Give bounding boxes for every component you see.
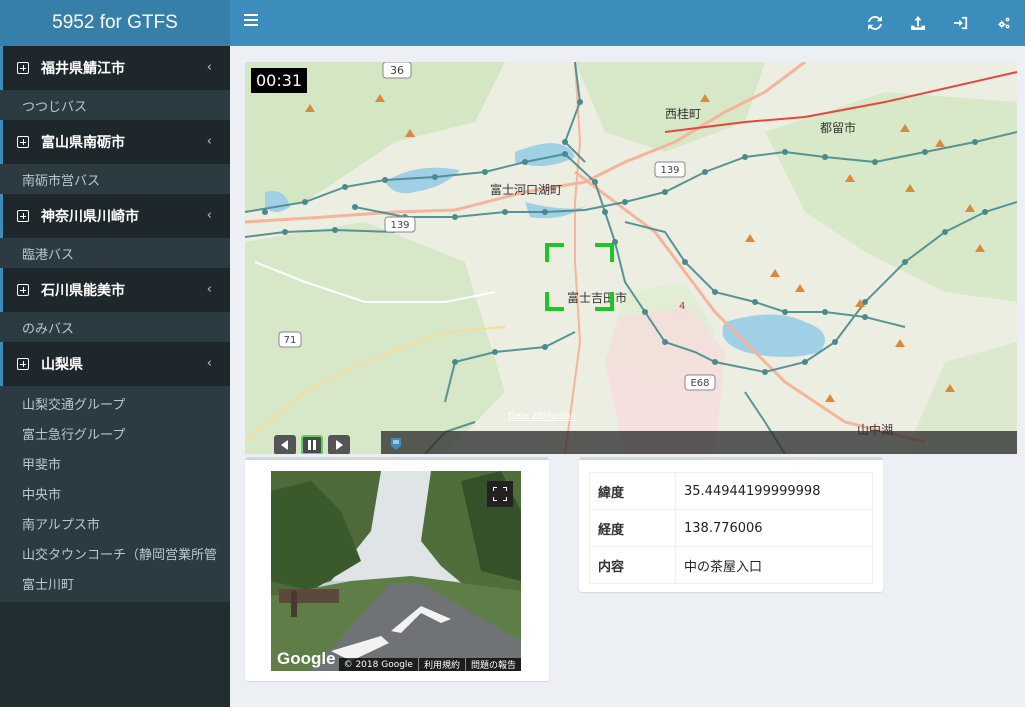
route-number-text: 4	[679, 301, 685, 312]
sidebar-item[interactable]: 甲斐市	[0, 448, 230, 478]
expand-plus-icon	[17, 210, 29, 222]
app-brand[interactable]: 5952 for GTFS	[0, 0, 230, 46]
place-label: 都留市	[820, 120, 856, 135]
playback-timer: 00:31	[251, 68, 308, 93]
sidebar-item[interactable]: 富士急行グループ	[0, 418, 230, 448]
sidebar: 福井県鯖江市 ‹ つつじバス 富山県南砺市 ‹ 南砺市営バス 神奈川県川崎市 ‹…	[0, 46, 230, 707]
sidebar-group-label: 福井県鯖江市	[41, 61, 125, 77]
sidebar-item[interactable]: 山梨交通グループ	[0, 388, 230, 418]
sidebar-group-label: 石川県能美市	[41, 283, 125, 299]
pause-button[interactable]	[301, 435, 323, 454]
sidebar-group-fukui[interactable]: 福井県鯖江市 ‹	[0, 46, 230, 90]
fullscreen-icon	[493, 487, 507, 501]
route-number-text: 71	[284, 335, 297, 346]
expand-plus-icon	[17, 358, 29, 370]
timeline-slider[interactable]	[381, 431, 1017, 454]
table-row: 内容 中の茶屋入口	[589, 546, 873, 584]
map-canvas[interactable]: 36 139 139 71 E68 4 西桂町 都留市 富士河口湖町 富士吉田市…	[245, 62, 1017, 454]
copyright-text: © 2018 Google	[343, 659, 413, 670]
place-label: 富士吉田市	[567, 290, 627, 305]
submenu-yamanashi: 山梨交通グループ 富士急行グループ 甲斐市 中央市 南アルプス市 山交タウンコー…	[0, 386, 230, 602]
sidebar-item[interactable]: つつじバス	[0, 90, 230, 120]
content-value: 中の茶屋入口	[675, 546, 873, 584]
table-row: 緯度 35.44944199999998	[589, 472, 873, 510]
navbar-icons	[853, 0, 1025, 46]
expand-plus-icon	[17, 284, 29, 296]
pause-icon	[308, 440, 316, 450]
route-number-text: 139	[390, 220, 409, 231]
submenu-ishikawa: のみバス	[0, 312, 230, 342]
sidebar-group-label: 神奈川県川崎市	[41, 209, 139, 225]
longitude-value: 138.776006	[675, 509, 873, 547]
next-button[interactable]	[328, 435, 350, 454]
expand-plus-icon	[17, 62, 29, 74]
latitude-value: 35.44944199999998	[675, 472, 873, 510]
play-forward-icon	[336, 440, 343, 450]
submenu-toyama: 南砺市営バス	[0, 164, 230, 194]
route-shield-e68: E68	[684, 374, 716, 391]
latitude-label: 緯度	[589, 472, 676, 510]
sidebar-item[interactable]: 南アルプス市	[0, 508, 230, 538]
refresh-icon[interactable]	[853, 0, 896, 46]
place-label: 西桂町	[665, 106, 701, 121]
place-label: 富士河口湖町	[490, 182, 562, 197]
sidebar-group-yamanashi[interactable]: 山梨県 ‹	[0, 342, 230, 386]
submenu-kanagawa: 臨港バス	[0, 238, 230, 268]
sign-in-icon[interactable]	[939, 0, 982, 46]
expand-plus-icon	[17, 136, 29, 148]
longitude-label: 経度	[589, 509, 676, 547]
sidebar-item[interactable]: 中央市	[0, 478, 230, 508]
sidebar-group-toyama[interactable]: 富山県南砺市 ‹	[0, 120, 230, 164]
sidebar-item[interactable]: 南砺市営バス	[0, 164, 230, 194]
report-problem-link[interactable]: 問題の報告	[464, 658, 521, 671]
sidebar-item[interactable]: 臨港バス	[0, 238, 230, 268]
sidebar-item[interactable]: 富士川町	[0, 568, 230, 598]
upload-icon[interactable]	[896, 0, 939, 46]
cogs-icon[interactable]	[982, 0, 1025, 46]
streetview-scene	[271, 471, 521, 671]
table-row: 経度 138.776006	[589, 509, 873, 547]
sidebar-group-label: 富山県南砺市	[41, 135, 125, 151]
google-logo: Google	[277, 649, 336, 668]
streetview-panel: Google © 2018 Google 利用規約 問題の報告	[245, 457, 549, 681]
sidebar-toggle-icon[interactable]	[244, 14, 258, 30]
streetview-footer: © 2018 Google 利用規約 問題の報告	[338, 658, 521, 671]
top-navbar	[230, 0, 1025, 46]
route-number-text: 139	[660, 165, 679, 176]
chevron-left-icon: ‹	[206, 60, 212, 75]
sidebar-group-kanagawa[interactable]: 神奈川県川崎市 ‹	[0, 194, 230, 238]
sidebar-group-label: 山梨県	[41, 357, 83, 373]
timeline-marker-icon[interactable]	[391, 438, 401, 450]
streetview-image[interactable]: Google © 2018 Google 利用規約 問題の報告	[271, 471, 521, 671]
chevron-left-icon: ‹	[206, 282, 212, 297]
chevron-left-icon: ‹	[206, 356, 212, 371]
route-shield-71: 71	[278, 331, 302, 348]
stop-info-panel: 緯度 35.44944199999998 経度 138.776006 内容 中の…	[579, 457, 883, 592]
data-attribution-link[interactable]: Data attribution	[508, 411, 576, 422]
previous-button[interactable]	[274, 435, 296, 454]
chevron-left-icon: ‹	[206, 134, 212, 149]
fullscreen-button[interactable]	[487, 481, 513, 507]
sidebar-item[interactable]: 山交タウンコーチ（静岡営業所管	[0, 538, 230, 568]
content-label: 内容	[589, 546, 676, 584]
chevron-left-icon: ‹	[206, 208, 212, 223]
sidebar-item[interactable]: のみバス	[0, 312, 230, 342]
submenu-fukui: つつじバス	[0, 90, 230, 120]
route-number-text: 36	[390, 64, 404, 77]
route-shield-36: 36	[382, 62, 412, 79]
map-view[interactable]: 36 139 139 71 E68 4 西桂町 都留市 富士河口湖町 富士吉田市…	[245, 62, 1017, 454]
stop-info-table: 緯度 35.44944199999998 経度 138.776006 内容 中の…	[589, 472, 873, 584]
route-shield-139: 139	[384, 216, 416, 233]
play-back-icon	[281, 440, 288, 450]
terms-link[interactable]: 利用規約	[417, 658, 465, 671]
route-shield-139: 139	[654, 161, 686, 178]
sidebar-group-ishikawa[interactable]: 石川県能美市 ‹	[0, 268, 230, 312]
route-number-text: E68	[690, 378, 709, 389]
